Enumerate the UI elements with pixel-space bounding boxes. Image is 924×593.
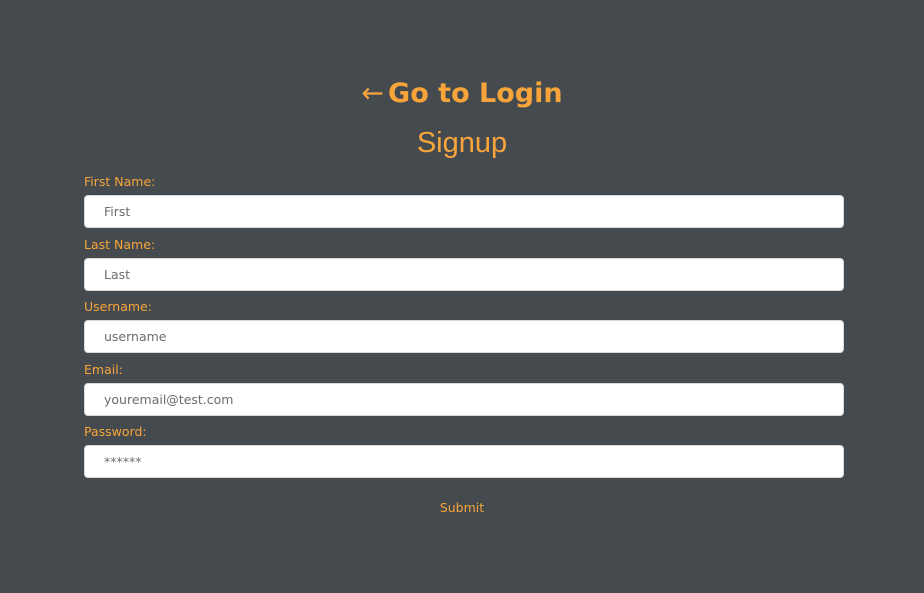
last-name-input[interactable]	[84, 257, 844, 291]
last-name-label: Last Name:	[84, 236, 156, 252]
password-label: Password:	[84, 424, 147, 439]
username-field: Username:	[84, 297, 844, 360]
signup-page: ←Go to Login Signup First Name: Last Nam…	[0, 0, 924, 593]
last-name-field: Last Name:	[84, 235, 844, 298]
go-to-login-link[interactable]: ← Go to Login	[0, 74, 924, 114]
username-input[interactable]	[84, 320, 844, 353]
email-field: Email:	[84, 360, 844, 423]
page-title: Signup	[416, 127, 508, 159]
password-input[interactable]	[84, 445, 844, 478]
email-label: Email:	[84, 361, 123, 377]
submit-button[interactable]: Submit	[434, 498, 490, 518]
password-field: Password:	[84, 422, 844, 485]
first-name-input[interactable]	[84, 195, 844, 228]
arrow-left-icon: ←	[361, 78, 385, 109]
first-name-field: First Name:	[84, 172, 844, 235]
submit-container: Submit	[0, 497, 924, 518]
go-to-login-label: Go to Login	[388, 78, 563, 109]
username-label: Username:	[84, 299, 152, 314]
signup-form: First Name: Last Name: Username: Email: …	[84, 172, 844, 485]
email-input[interactable]	[84, 382, 844, 416]
first-name-label: First Name:	[84, 174, 156, 189]
